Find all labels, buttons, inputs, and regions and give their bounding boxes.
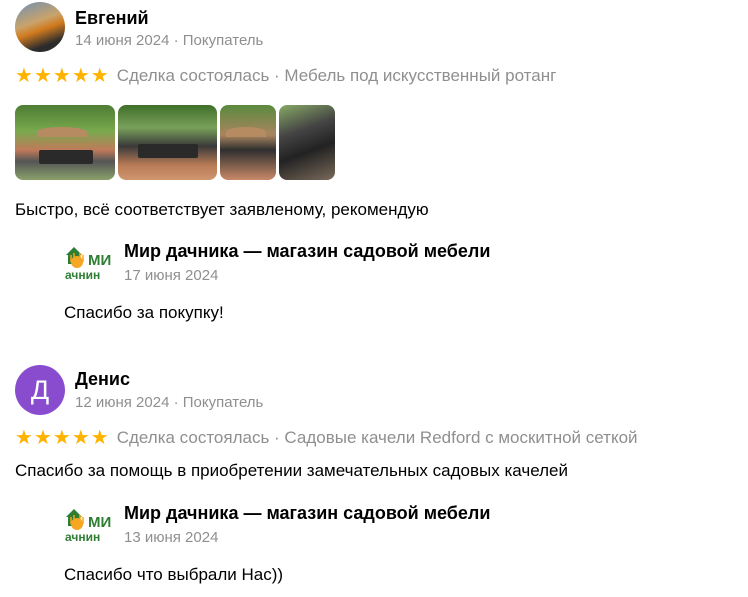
deal-info: Сделка состоялась · Мебель под искусстве… — [116, 66, 557, 85]
review-photo[interactable] — [279, 105, 335, 180]
star-icon: ★ — [33, 427, 52, 449]
avatar[interactable]: Д — [15, 365, 65, 415]
rating-line: ★ ★ ★ ★ ★ Сделка состоялась · Мебель под… — [15, 65, 556, 87]
shop-name[interactable]: Мир дачника — магазин садовой мебели — [124, 241, 490, 262]
star-icon: ★ — [33, 65, 52, 87]
author-name[interactable]: Евгений — [75, 8, 149, 29]
review-photo[interactable] — [118, 105, 217, 180]
avatar[interactable] — [15, 2, 65, 52]
review-photo[interactable] — [15, 105, 115, 180]
svg-text:МИ: МИ — [88, 252, 111, 269]
star-icon: ★ — [52, 427, 71, 449]
star-icon: ★ — [52, 65, 71, 87]
svg-text:МИ: МИ — [88, 514, 111, 531]
star-icon: ★ — [71, 65, 90, 87]
review-photos — [15, 105, 335, 180]
shop-name[interactable]: Мир дачника — магазин садовой мебели — [124, 503, 490, 524]
star-rating: ★ ★ ★ ★ ★ — [15, 66, 109, 86]
deal-info: Сделка состоялась · Садовые качели Redfo… — [116, 428, 638, 447]
star-rating: ★ ★ ★ ★ ★ — [15, 428, 109, 448]
reply-text: Спасибо за покупку! — [64, 303, 224, 322]
reply-text: Спасибо что выбрали Нас)) — [64, 565, 284, 584]
rating-line: ★ ★ ★ ★ ★ Сделка состоялась · Садовые ка… — [15, 427, 638, 449]
review-text: Спасибо за помощь в приобретении замечат… — [15, 461, 568, 480]
shop-logo[interactable]: МИ ачнин — [64, 503, 114, 545]
review-photo[interactable] — [220, 105, 276, 180]
star-icon: ★ — [15, 427, 33, 449]
svg-text:ачнин: ачнин — [65, 530, 100, 544]
review-meta: 12 июня 2024 · Покупатель — [75, 394, 264, 411]
star-icon: ★ — [90, 427, 109, 449]
reply-date: 13 июня 2024 — [124, 529, 219, 546]
author-name[interactable]: Денис — [75, 369, 130, 390]
review-meta: 14 июня 2024 · Покупатель — [75, 32, 264, 49]
svg-text:ачнин: ачнин — [65, 268, 100, 282]
star-icon: ★ — [15, 65, 33, 87]
star-icon: ★ — [71, 427, 90, 449]
shop-logo[interactable]: МИ ачнин — [64, 241, 114, 283]
star-icon: ★ — [90, 65, 109, 87]
reply-date: 17 июня 2024 — [124, 267, 219, 284]
review-text: Быстро, всё соответствует заявленому, ре… — [15, 200, 429, 219]
